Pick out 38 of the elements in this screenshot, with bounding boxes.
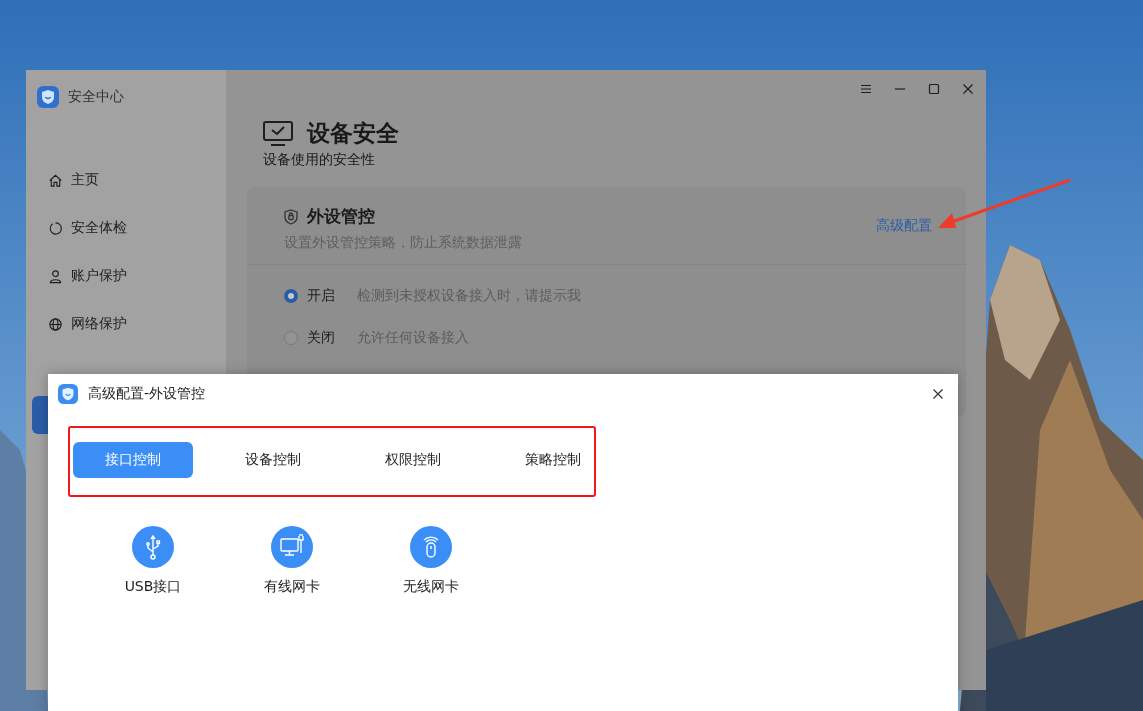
shield-icon bbox=[284, 208, 298, 225]
sidebar-item-label: 安全体检 bbox=[71, 219, 127, 237]
tab[interactable]: 接口控制 bbox=[73, 442, 193, 478]
mouse-signal-icon[interactable] bbox=[410, 526, 452, 568]
sidebar-item[interactable]: 安全体检 bbox=[26, 204, 226, 252]
tab[interactable]: 设备控制 bbox=[213, 442, 333, 478]
monitor-check-icon bbox=[263, 120, 293, 147]
maximize-icon[interactable] bbox=[928, 83, 940, 95]
globe-icon bbox=[48, 316, 63, 332]
menu-icon[interactable] bbox=[860, 83, 872, 95]
item-label: 无线网卡 bbox=[403, 578, 459, 596]
radio-button[interactable] bbox=[284, 331, 298, 345]
option-label: 开启 bbox=[307, 287, 336, 305]
tab[interactable]: 权限控制 bbox=[353, 442, 473, 478]
item-label: 有线网卡 bbox=[264, 578, 320, 596]
page-title: 设备安全 bbox=[307, 119, 399, 148]
close-icon[interactable] bbox=[932, 388, 944, 400]
dialog-title: 高级配置-外设管控 bbox=[88, 385, 207, 403]
monitor-plug-icon[interactable] bbox=[271, 526, 313, 568]
sidebar-item-label: 网络保护 bbox=[71, 315, 127, 333]
option-label: 关闭 bbox=[307, 329, 336, 347]
usb-icon[interactable] bbox=[132, 526, 174, 568]
home-icon bbox=[48, 172, 63, 188]
person-icon bbox=[48, 268, 63, 284]
app-title: 安全中心 bbox=[68, 88, 124, 106]
sidebar-item[interactable]: 主页 bbox=[26, 156, 226, 204]
item-label: USB接口 bbox=[124, 578, 182, 596]
shield-app-icon bbox=[58, 384, 78, 404]
tab[interactable]: 策略控制 bbox=[493, 442, 613, 478]
card-title: 外设管控 bbox=[307, 205, 375, 228]
close-icon[interactable] bbox=[962, 83, 974, 95]
page-subtitle: 设备使用的安全性 bbox=[263, 151, 376, 169]
sidebar-item-label: 账户保护 bbox=[71, 267, 127, 285]
sidebar-item[interactable]: 网络保护 bbox=[26, 300, 226, 348]
sidebar-item[interactable]: 账户保护 bbox=[26, 252, 226, 300]
sidebar-item-label: 主页 bbox=[71, 171, 99, 189]
shield-app-icon bbox=[37, 86, 59, 108]
radio-button[interactable] bbox=[284, 289, 298, 303]
